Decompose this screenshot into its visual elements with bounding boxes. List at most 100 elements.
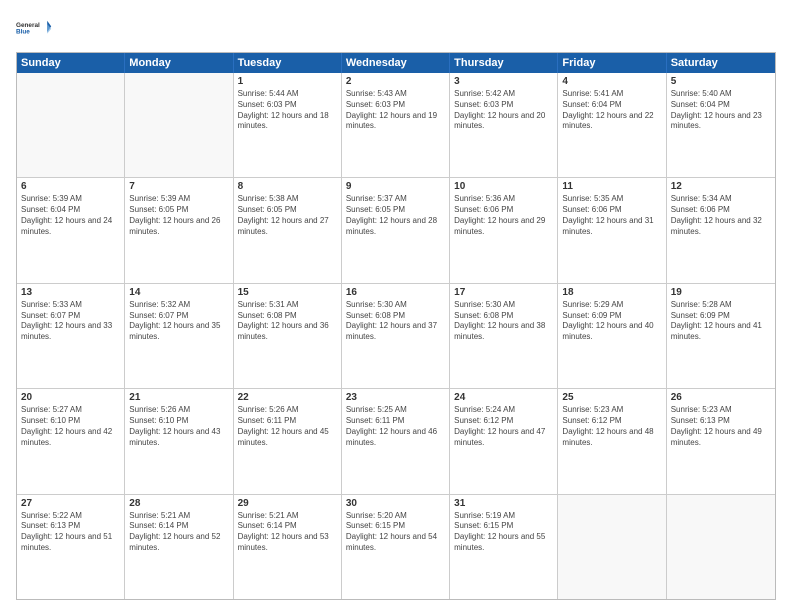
- cell-info: Sunrise: 5:35 AMSunset: 6:06 PMDaylight:…: [562, 194, 661, 237]
- day-number: 30: [346, 498, 445, 509]
- cal-cell: 12 Sunrise: 5:34 AMSunset: 6:06 PMDayligh…: [667, 178, 775, 282]
- week-row-5: 27 Sunrise: 5:22 AMSunset: 6:13 PMDayligh…: [17, 495, 775, 599]
- cal-cell: 11 Sunrise: 5:35 AMSunset: 6:06 PMDayligh…: [558, 178, 666, 282]
- cell-info: Sunrise: 5:36 AMSunset: 6:06 PMDaylight:…: [454, 194, 553, 237]
- cal-cell: 6Sunrise: 5:39 AMSunset: 6:04 PMDaylight…: [17, 178, 125, 282]
- cell-info: Sunrise: 5:30 AMSunset: 6:08 PMDaylight:…: [454, 300, 553, 343]
- cell-info: Sunrise: 5:31 AMSunset: 6:08 PMDaylight:…: [238, 300, 337, 343]
- cal-cell: 10 Sunrise: 5:36 AMSunset: 6:06 PMDayligh…: [450, 178, 558, 282]
- cal-cell: [17, 73, 125, 177]
- day-number: 5: [671, 76, 771, 87]
- cal-cell: 30 Sunrise: 5:20 AMSunset: 6:15 PMDayligh…: [342, 495, 450, 599]
- calendar-header: SundayMondayTuesdayWednesdayThursdayFrid…: [17, 53, 775, 73]
- day-number: 13: [21, 287, 120, 298]
- cal-cell: 27 Sunrise: 5:22 AMSunset: 6:13 PMDayligh…: [17, 495, 125, 599]
- day-number: 20: [21, 392, 120, 403]
- header-day-wednesday: Wednesday: [342, 53, 450, 73]
- cell-info: Sunrise: 5:40 AMSunset: 6:04 PMDaylight:…: [671, 89, 771, 132]
- day-number: 21: [129, 392, 228, 403]
- cal-cell: 4 Sunrise: 5:41 AMSunset: 6:04 PMDaylight…: [558, 73, 666, 177]
- cal-cell: 21 Sunrise: 5:26 AMSunset: 6:10 PMDayligh…: [125, 389, 233, 493]
- day-number: 15: [238, 287, 337, 298]
- day-number: 16: [346, 287, 445, 298]
- cell-info: Sunrise: 5:34 AMSunset: 6:06 PMDaylight:…: [671, 194, 771, 237]
- cal-cell: 5 Sunrise: 5:40 AMSunset: 6:04 PMDaylight…: [667, 73, 775, 177]
- day-number: 31: [454, 498, 553, 509]
- header-day-thursday: Thursday: [450, 53, 558, 73]
- day-number: 1: [238, 76, 337, 87]
- cal-cell: 9Sunrise: 5:37 AMSunset: 6:05 PMDaylight…: [342, 178, 450, 282]
- header-day-sunday: Sunday: [17, 53, 125, 73]
- day-number: 4: [562, 76, 661, 87]
- cal-cell: 2Sunrise: 5:43 AMSunset: 6:03 PMDaylight…: [342, 73, 450, 177]
- cal-cell: 18 Sunrise: 5:29 AMSunset: 6:09 PMDayligh…: [558, 284, 666, 388]
- cal-cell: 19Sunrise: 5:28 AMSunset: 6:09 PMDayligh…: [667, 284, 775, 388]
- cell-info: Sunrise: 5:21 AMSunset: 6:14 PMDaylight:…: [238, 511, 337, 554]
- svg-text:General: General: [16, 22, 40, 29]
- cal-cell: 22Sunrise: 5:26 AMSunset: 6:11 PMDayligh…: [234, 389, 342, 493]
- cal-cell: 25Sunrise: 5:23 AMSunset: 6:12 PMDayligh…: [558, 389, 666, 493]
- cal-cell: 1Sunrise: 5:44 AMSunset: 6:03 PMDaylight…: [234, 73, 342, 177]
- cell-info: Sunrise: 5:38 AMSunset: 6:05 PMDaylight:…: [238, 194, 337, 237]
- cal-cell: 3 Sunrise: 5:42 AMSunset: 6:03 PMDaylight…: [450, 73, 558, 177]
- cal-cell: 23 Sunrise: 5:25 AMSunset: 6:11 PMDayligh…: [342, 389, 450, 493]
- cal-cell: 29 Sunrise: 5:21 AMSunset: 6:14 PMDayligh…: [234, 495, 342, 599]
- day-number: 3: [454, 76, 553, 87]
- day-number: 22: [238, 392, 337, 403]
- cal-cell: 13 Sunrise: 5:33 AMSunset: 6:07 PMDayligh…: [17, 284, 125, 388]
- page: General Blue SundayMondayTuesdayWednesda…: [0, 0, 792, 612]
- week-row-4: 20Sunrise: 5:27 AMSunset: 6:10 PMDayligh…: [17, 389, 775, 494]
- calendar-body: 1Sunrise: 5:44 AMSunset: 6:03 PMDaylight…: [17, 73, 775, 599]
- day-number: 28: [129, 498, 228, 509]
- cell-info: Sunrise: 5:21 AMSunset: 6:14 PMDaylight:…: [129, 511, 228, 554]
- day-number: 26: [671, 392, 771, 403]
- cell-info: Sunrise: 5:43 AMSunset: 6:03 PMDaylight:…: [346, 89, 445, 132]
- cell-info: Sunrise: 5:24 AMSunset: 6:12 PMDaylight:…: [454, 405, 553, 448]
- header-day-saturday: Saturday: [667, 53, 775, 73]
- cell-info: Sunrise: 5:29 AMSunset: 6:09 PMDaylight:…: [562, 300, 661, 343]
- day-number: 6: [21, 181, 120, 192]
- day-number: 18: [562, 287, 661, 298]
- day-number: 25: [562, 392, 661, 403]
- logo: General Blue: [16, 12, 52, 44]
- cal-cell: 20Sunrise: 5:27 AMSunset: 6:10 PMDayligh…: [17, 389, 125, 493]
- cell-info: Sunrise: 5:42 AMSunset: 6:03 PMDaylight:…: [454, 89, 553, 132]
- day-number: 24: [454, 392, 553, 403]
- cal-cell: [667, 495, 775, 599]
- cell-info: Sunrise: 5:20 AMSunset: 6:15 PMDaylight:…: [346, 511, 445, 554]
- cell-info: Sunrise: 5:23 AMSunset: 6:13 PMDaylight:…: [671, 405, 771, 448]
- cal-cell: [125, 73, 233, 177]
- day-number: 19: [671, 287, 771, 298]
- cell-info: Sunrise: 5:37 AMSunset: 6:05 PMDaylight:…: [346, 194, 445, 237]
- cell-info: Sunrise: 5:33 AMSunset: 6:07 PMDaylight:…: [21, 300, 120, 343]
- cell-info: Sunrise: 5:22 AMSunset: 6:13 PMDaylight:…: [21, 511, 120, 554]
- day-number: 17: [454, 287, 553, 298]
- header: General Blue: [16, 12, 776, 44]
- cal-cell: 31 Sunrise: 5:19 AMSunset: 6:15 PMDayligh…: [450, 495, 558, 599]
- cal-cell: 28 Sunrise: 5:21 AMSunset: 6:14 PMDayligh…: [125, 495, 233, 599]
- header-day-tuesday: Tuesday: [234, 53, 342, 73]
- cell-info: Sunrise: 5:19 AMSunset: 6:15 PMDaylight:…: [454, 511, 553, 554]
- cell-info: Sunrise: 5:26 AMSunset: 6:10 PMDaylight:…: [129, 405, 228, 448]
- day-number: 12: [671, 181, 771, 192]
- day-number: 8: [238, 181, 337, 192]
- day-number: 27: [21, 498, 120, 509]
- day-number: 23: [346, 392, 445, 403]
- day-number: 10: [454, 181, 553, 192]
- cell-info: Sunrise: 5:39 AMSunset: 6:05 PMDaylight:…: [129, 194, 228, 237]
- cell-info: Sunrise: 5:41 AMSunset: 6:04 PMDaylight:…: [562, 89, 661, 132]
- calendar: SundayMondayTuesdayWednesdayThursdayFrid…: [16, 52, 776, 600]
- header-day-friday: Friday: [558, 53, 666, 73]
- cal-cell: 8 Sunrise: 5:38 AMSunset: 6:05 PMDaylight…: [234, 178, 342, 282]
- day-number: 29: [238, 498, 337, 509]
- cal-cell: 24 Sunrise: 5:24 AMSunset: 6:12 PMDayligh…: [450, 389, 558, 493]
- day-number: 14: [129, 287, 228, 298]
- header-day-monday: Monday: [125, 53, 233, 73]
- svg-text:Blue: Blue: [16, 29, 30, 36]
- cell-info: Sunrise: 5:25 AMSunset: 6:11 PMDaylight:…: [346, 405, 445, 448]
- week-row-1: 1Sunrise: 5:44 AMSunset: 6:03 PMDaylight…: [17, 73, 775, 178]
- cal-cell: 16Sunrise: 5:30 AMSunset: 6:08 PMDayligh…: [342, 284, 450, 388]
- day-number: 11: [562, 181, 661, 192]
- day-number: 7: [129, 181, 228, 192]
- cal-cell: 7 Sunrise: 5:39 AMSunset: 6:05 PMDaylight…: [125, 178, 233, 282]
